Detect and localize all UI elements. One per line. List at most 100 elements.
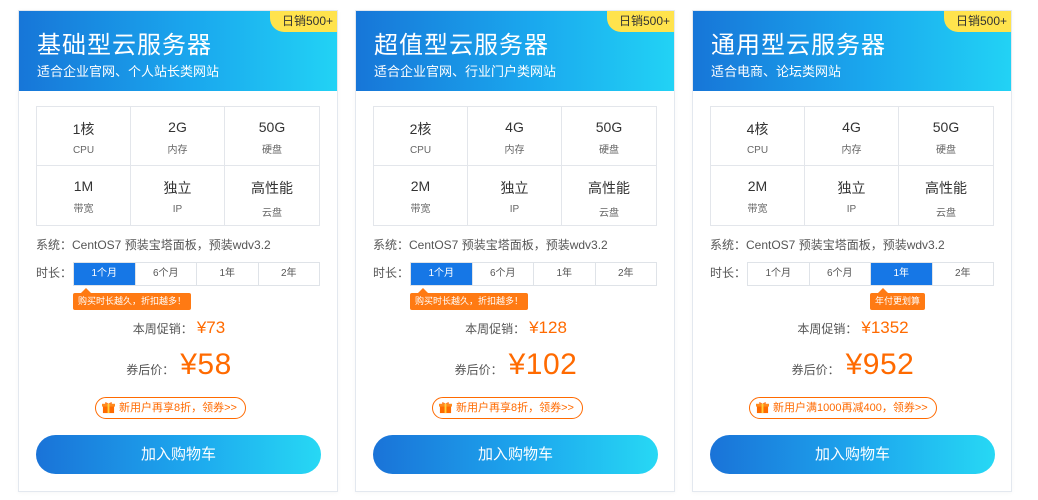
spec-label: IP (172, 204, 183, 215)
spec-label: 带宽 (747, 204, 768, 215)
promo-label: 本周促销： (132, 322, 193, 336)
duration-tip: 年付更划算 (870, 288, 926, 310)
duration-option-6-months[interactable]: 6个月 (473, 263, 534, 285)
weekly-promo: 本周促销： ¥128 (356, 318, 674, 338)
system-info: 系统：CentOS7 预装宝塔面板，预装wdv3.2 (710, 238, 945, 252)
card-title: 超值型云服务器 (374, 32, 549, 59)
card-title: 基础型云服务器 (37, 32, 212, 59)
after-coupon-price: 券后价： ¥952 (693, 348, 1011, 382)
promo-label: 本周促销： (797, 322, 858, 336)
after-coupon-price: 券后价： ¥102 (356, 348, 674, 382)
duration-selector: 1个月 6个月 1年 2年 (410, 262, 657, 286)
spec-label: CPU (409, 145, 432, 156)
duration-option-1-month[interactable]: 1个月 (74, 263, 136, 285)
duration-option-1-year[interactable]: 1年 (871, 263, 933, 285)
spec-label: IP (846, 204, 857, 215)
system-info: 系统：CentOS7 预装宝塔面板，预装wdv3.2 (373, 238, 608, 252)
spec-cloud-disk: 高性能 云盘 (562, 166, 656, 225)
duration-option-2-years[interactable]: 2年 (259, 263, 320, 285)
sales-badge: 日销500+ (269, 11, 337, 32)
duration-option-2-years[interactable]: 2年 (933, 263, 994, 285)
spec-disk: 50G 硬盘 (562, 107, 656, 166)
promo-label: 本周促销： (465, 322, 526, 336)
duration-option-2-years[interactable]: 2年 (596, 263, 657, 285)
spec-label: 硬盘 (936, 145, 956, 156)
spec-value: 2M (410, 178, 431, 194)
product-card-general: 通用型云服务器 适合电商、论坛类网站 日销500+ 4核 CPU 4G 内存 50G… (692, 10, 1012, 492)
after-label: 券后价： (791, 363, 840, 377)
spec-cpu: 4核 CPU (711, 107, 805, 166)
add-to-cart-button[interactable]: 加入购物车 (710, 435, 995, 474)
spec-value: 高性能 (925, 180, 967, 196)
coupon-link[interactable]: 新用户再享8折，领券>> (95, 397, 246, 419)
spec-bandwidth: 1M 带宽 (37, 166, 131, 225)
spec-value: 独立 (837, 180, 866, 196)
spec-cpu: 2核 CPU (374, 107, 468, 166)
product-card-basic: 基础型云服务器 适合企业官网、个人站长类网站 日销500+ 1核 CPU 2G 内存… (18, 10, 338, 492)
spec-disk: 50G 硬盘 (225, 107, 319, 166)
spec-label: 带宽 (410, 204, 431, 215)
spec-grid: 4核 CPU 4G 内存 50G 硬盘 2M 带宽 独立 IP 高性能 云盘 (710, 106, 994, 226)
coupon-link[interactable]: 新用户再享8折，领券>> (432, 397, 583, 419)
promo-price: ¥73 (196, 318, 226, 337)
promo-price: ¥1352 (861, 318, 909, 337)
spec-bandwidth: 2M 带宽 (711, 166, 805, 225)
duration-option-1-year[interactable]: 1年 (534, 263, 596, 285)
spec-memory: 4G 内存 (468, 107, 562, 166)
duration-option-1-month[interactable]: 1个月 (748, 263, 810, 285)
spec-value: 4G (505, 119, 524, 135)
spec-label: 内存 (841, 145, 862, 156)
product-cards: 基础型云服务器 适合企业官网、个人站长类网站 日销500+ 1核 CPU 2G 内存… (0, 0, 1038, 500)
coupon-text: 新用户再享8折，领券>> (119, 402, 237, 414)
gift-icon (439, 402, 452, 414)
duration-selector: 1个月 6个月 1年 2年 (747, 262, 994, 286)
spec-label: CPU (72, 145, 95, 156)
product-card-value: 超值型云服务器 适合企业官网、行业门户类网站 日销500+ 2核 CPU 4G 内存… (355, 10, 675, 492)
spec-value: 50G (932, 119, 960, 135)
card-subtitle: 适合企业官网、行业门户类网站 (374, 64, 557, 79)
weekly-promo: 本周促销： ¥73 (19, 318, 337, 338)
duration-option-6-months[interactable]: 6个月 (136, 263, 197, 285)
duration-tip: 购买时长越久，折扣越多！ (73, 288, 192, 310)
spec-grid: 2核 CPU 4G 内存 50G 硬盘 2M 带宽 独立 IP 高性能 云盘 (373, 106, 657, 226)
spec-ip: 独立 IP (805, 166, 899, 225)
spec-memory: 2G 内存 (131, 107, 225, 166)
after-label: 券后价： (126, 363, 175, 377)
spec-value: 独立 (500, 180, 529, 196)
after-coupon-price: 券后价： ¥58 (19, 348, 337, 382)
spec-value: 独立 (163, 180, 192, 196)
gift-icon (102, 402, 115, 414)
spec-value: 4核 (746, 121, 769, 137)
after-price: ¥102 (508, 348, 578, 381)
card-subtitle: 适合企业官网、个人站长类网站 (37, 64, 220, 79)
add-to-cart-button[interactable]: 加入购物车 (36, 435, 321, 474)
gift-icon (756, 402, 769, 414)
spec-cpu: 1核 CPU (37, 107, 131, 166)
spec-cloud-disk: 高性能 云盘 (899, 166, 993, 225)
card-subtitle: 适合电商、论坛类网站 (711, 64, 842, 79)
spec-label: 云盘 (262, 208, 282, 219)
spec-grid: 1核 CPU 2G 内存 50G 硬盘 1M 带宽 独立 IP 高性能云盘 (36, 106, 320, 226)
card-header: 超值型云服务器 适合企业官网、行业门户类网站 日销500+ (356, 11, 674, 91)
sales-badge: 日销500+ (606, 11, 674, 32)
spec-label: CPU (746, 145, 769, 156)
promo-price: ¥128 (529, 318, 567, 337)
duration-tip: 购买时长越久，折扣越多！ (410, 288, 529, 310)
spec-value: 2M (747, 178, 768, 194)
spec-value: 50G (595, 119, 623, 135)
coupon-link[interactable]: 新用户满1000再减400，领券>> (749, 397, 937, 419)
add-to-cart-button[interactable]: 加入购物车 (373, 435, 658, 474)
duration-label: 时长： (373, 266, 410, 280)
spec-value: 2核 (409, 121, 432, 137)
spec-ip: 独立 IP (131, 166, 225, 225)
spec-cloud-disk: 高性能 云盘 (225, 166, 319, 225)
card-title: 通用型云服务器 (711, 32, 886, 59)
spec-value: 50G (258, 119, 286, 135)
weekly-promo: 本周促销： ¥1352 (693, 318, 1011, 338)
spec-value: 1核 (72, 121, 95, 137)
duration-option-1-month[interactable]: 1个月 (411, 263, 473, 285)
duration-option-6-months[interactable]: 6个月 (810, 263, 871, 285)
spec-value: 高性能 (251, 180, 293, 196)
sales-badge: 日销500+ (943, 11, 1011, 32)
duration-option-1-year[interactable]: 1年 (197, 263, 259, 285)
